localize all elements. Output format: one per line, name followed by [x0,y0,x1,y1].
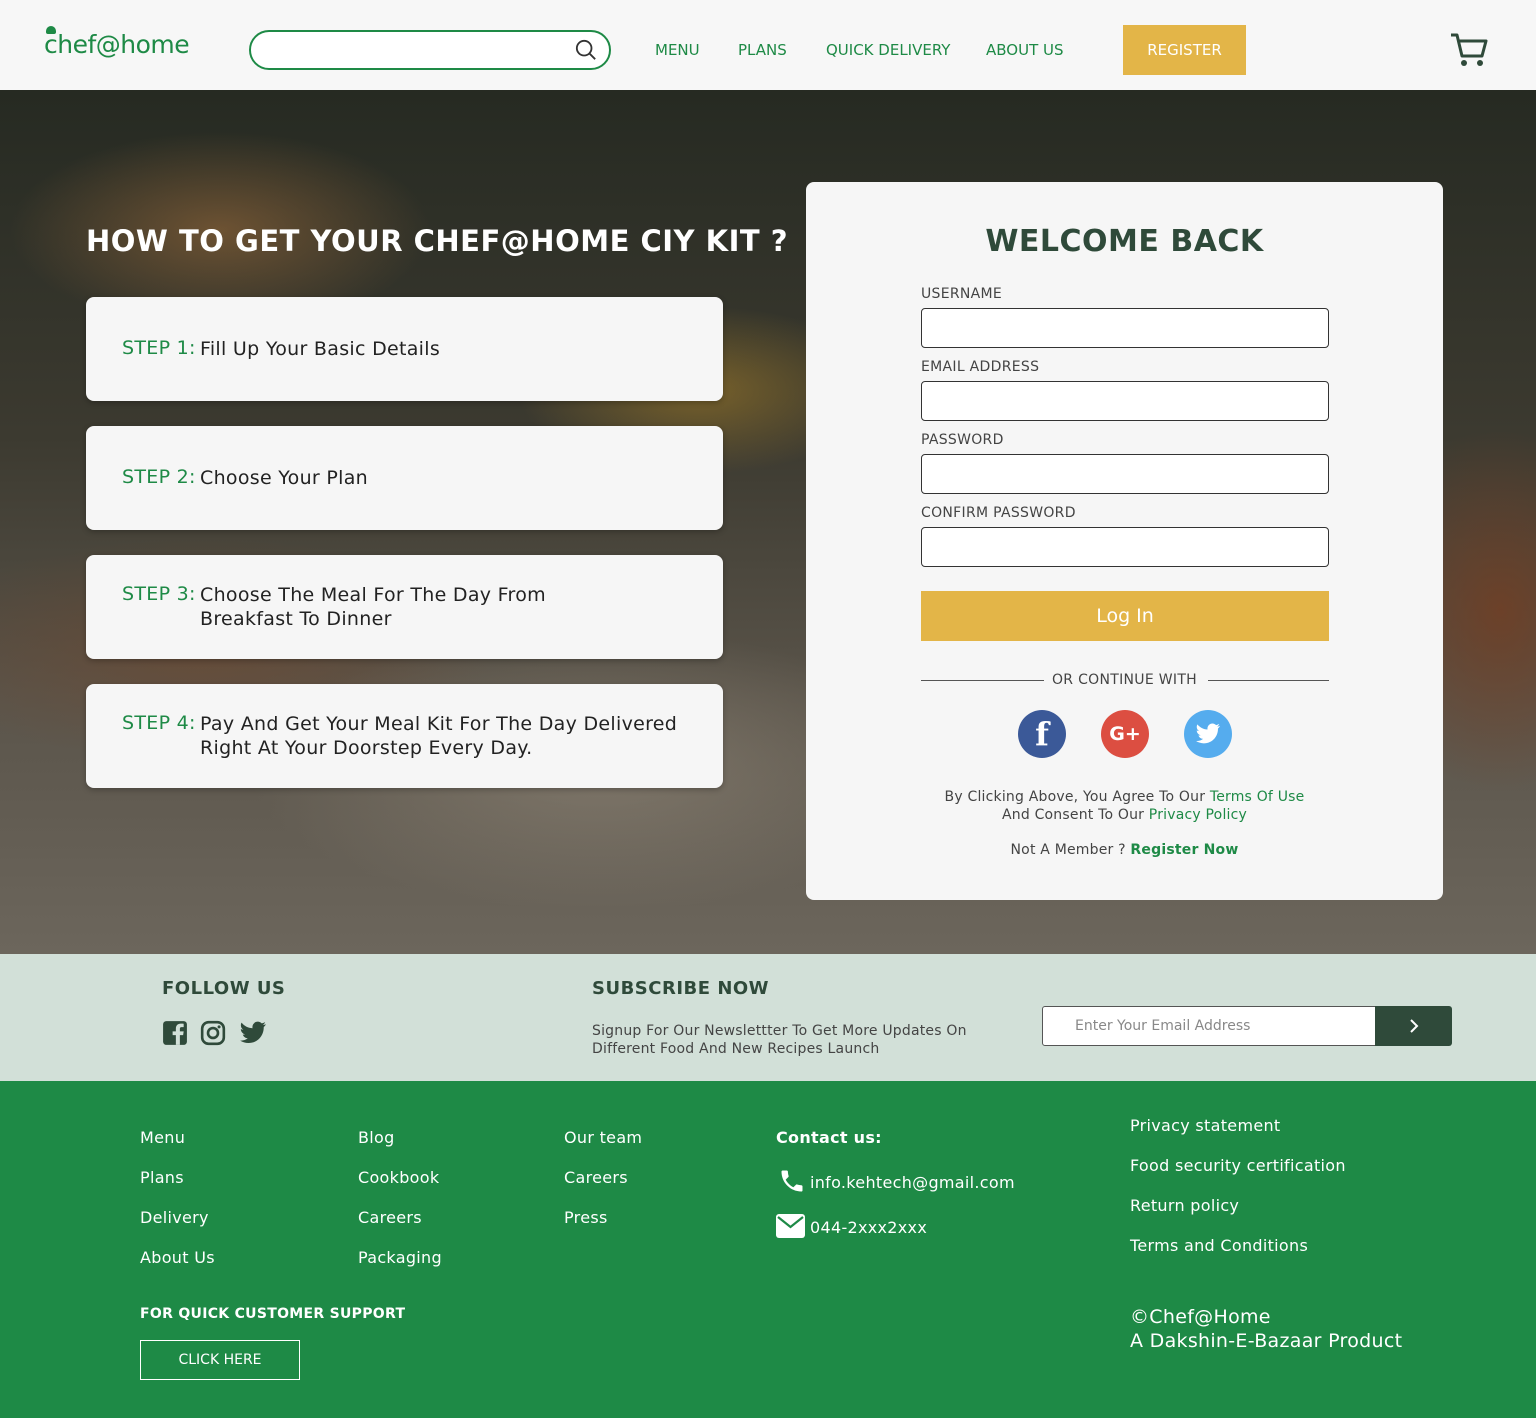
step-number: STEP 1: [122,337,196,359]
support-title: FOR QUICK CUSTOMER SUPPORT [140,1306,406,1322]
step-number: STEP 4: [122,712,196,734]
footer-link-delivery[interactable]: Delivery [140,1208,209,1227]
phone-icon [781,1170,803,1192]
member-prefix: Not A Member ? [1010,842,1131,858]
step-text: Fill Up Your Basic Details [200,338,441,360]
step-text: Pay And Get Your Meal Kit For The Day De… [200,713,678,735]
register-button[interactable]: REGISTER [1123,25,1246,75]
footer-link-plans[interactable]: Plans [140,1168,184,1187]
top-header: chef@home MENU PLANS QUICK DELIVERY ABOU… [0,0,1536,90]
contact-email[interactable]: info.kehtech@gmail.com [810,1173,1015,1192]
instagram-icon[interactable] [199,1020,227,1046]
step-card-3: STEP 3: Choose The Meal For The Day From… [86,555,723,659]
footer-link-terms[interactable]: Terms and Conditions [1130,1236,1308,1255]
follow-subscribe-band: FOLLOW US SUBSCRIBE NOW Signup For Our N… [0,954,1536,1081]
search-input[interactable] [249,30,611,70]
username-field[interactable] [921,308,1329,348]
google-plus-glyph: G+ [1109,723,1141,745]
hero-section: HOW TO GET YOUR CHEF@HOME CIY KIT ? STEP… [0,90,1536,954]
step-card-1: STEP 1: Fill Up Your Basic Details [86,297,723,401]
step-card-4: STEP 4: Pay And Get Your Meal Kit For Th… [86,684,723,788]
step-card-2: STEP 2: Choose Your Plan [86,426,723,530]
footer-link-careers[interactable]: Careers [358,1208,422,1227]
step-text: Choose Your Plan [200,467,369,489]
site-footer: Menu Plans Delivery About Us Blog Cookbo… [0,1081,1536,1418]
footer-link-privacy-statement[interactable]: Privacy statement [1130,1116,1281,1135]
chevron-right-icon [1409,1019,1418,1033]
footer-link-return-policy[interactable]: Return policy [1130,1196,1239,1215]
contact-phone[interactable]: 044-2xxx2xxx [810,1218,927,1237]
subscribe-description: Signup For Our Newslettter To Get More U… [592,1023,967,1057]
footer-link-press[interactable]: Press [564,1208,608,1227]
step-number: STEP 3: [122,583,196,605]
subscribe-title: SUBSCRIBE NOW [592,978,770,999]
footer-link-blog[interactable]: Blog [358,1128,395,1147]
step-text: Choose The Meal For The Day From [200,584,546,606]
twitter-icon[interactable] [1184,710,1232,758]
agree-middle: And Consent To Our [1001,807,1149,823]
password-field[interactable] [921,454,1329,494]
footer-link-our-team[interactable]: Our team [564,1128,642,1147]
twitter-icon[interactable] [239,1020,267,1046]
confirm-password-field[interactable] [921,527,1329,567]
step-number: STEP 2: [122,466,196,488]
brand-logo[interactable]: chef@home [44,26,190,59]
follow-title: FOLLOW US [162,978,286,999]
logo-text: chef@home [44,30,190,59]
nav-plans[interactable]: PLANS [738,41,787,59]
copyright-text: ©Chef@Home [1130,1306,1271,1328]
mail-icon [776,1214,805,1238]
facebook-glyph: f [1035,715,1049,753]
email-field[interactable] [921,381,1329,421]
newsletter-email-input[interactable]: Enter Your Email Address [1042,1006,1376,1046]
login-card: WELCOME BACK USERNAME EMAIL ADDRESS PASS… [806,182,1443,900]
nav-quick-delivery[interactable]: QUICK DELIVERY [826,41,950,59]
nav-menu[interactable]: MENU [655,41,700,59]
nav-about-us[interactable]: ABOUT US [986,41,1064,59]
twitter-bird-icon [1196,723,1220,744]
search-icon[interactable] [575,39,597,61]
register-now-link[interactable]: Register Now [1130,842,1238,858]
email-label: EMAIL ADDRESS [921,359,1040,375]
newsletter-submit-button[interactable] [1375,1006,1452,1046]
member-prompt: Not A Member ? Register Now [806,842,1443,858]
footer-link-menu[interactable]: Menu [140,1128,185,1147]
privacy-policy-link[interactable]: Privacy Policy [1149,807,1247,823]
chef-hat-icon [46,26,56,34]
footer-link-careers-2[interactable]: Careers [564,1168,628,1187]
divider-right [1208,680,1329,681]
support-click-here-button[interactable]: CLICK HERE [140,1340,300,1380]
login-title: WELCOME BACK [985,224,1264,259]
footer-link-food-security[interactable]: Food security certification [1130,1156,1346,1175]
step-text-line2: Right At Your Doorstep Every Day. [200,737,533,759]
username-label: USERNAME [921,286,1003,302]
agreement-text: By Clicking Above, You Agree To Our Term… [806,788,1443,824]
terms-of-use-link[interactable]: Terms Of Use [1210,789,1305,805]
facebook-icon[interactable] [161,1020,189,1046]
footer-link-cookbook[interactable]: Cookbook [358,1168,439,1187]
confirm-password-label: CONFIRM PASSWORD [921,505,1076,521]
cart-icon[interactable] [1450,32,1488,68]
copyright: ©Chef@Home A Dakshin-E-Bazaar Product [1130,1305,1402,1353]
contact-title: Contact us: [776,1128,882,1147]
footer-link-about-us[interactable]: About Us [140,1248,215,1267]
google-plus-icon[interactable]: G+ [1101,710,1149,758]
hero-title: HOW TO GET YOUR CHEF@HOME CIY KIT ? [86,224,789,258]
facebook-icon[interactable]: f [1018,710,1066,758]
agree-prefix: By Clicking Above, You Agree To Our [944,789,1210,805]
password-label: PASSWORD [921,432,1004,448]
product-text: A Dakshin-E-Bazaar Product [1130,1330,1403,1352]
or-continue-text: OR CONTINUE WITH [1051,672,1197,688]
footer-link-packaging[interactable]: Packaging [358,1248,442,1267]
step-text-line2: Breakfast To Dinner [200,608,392,630]
login-button[interactable]: Log In [921,591,1329,641]
